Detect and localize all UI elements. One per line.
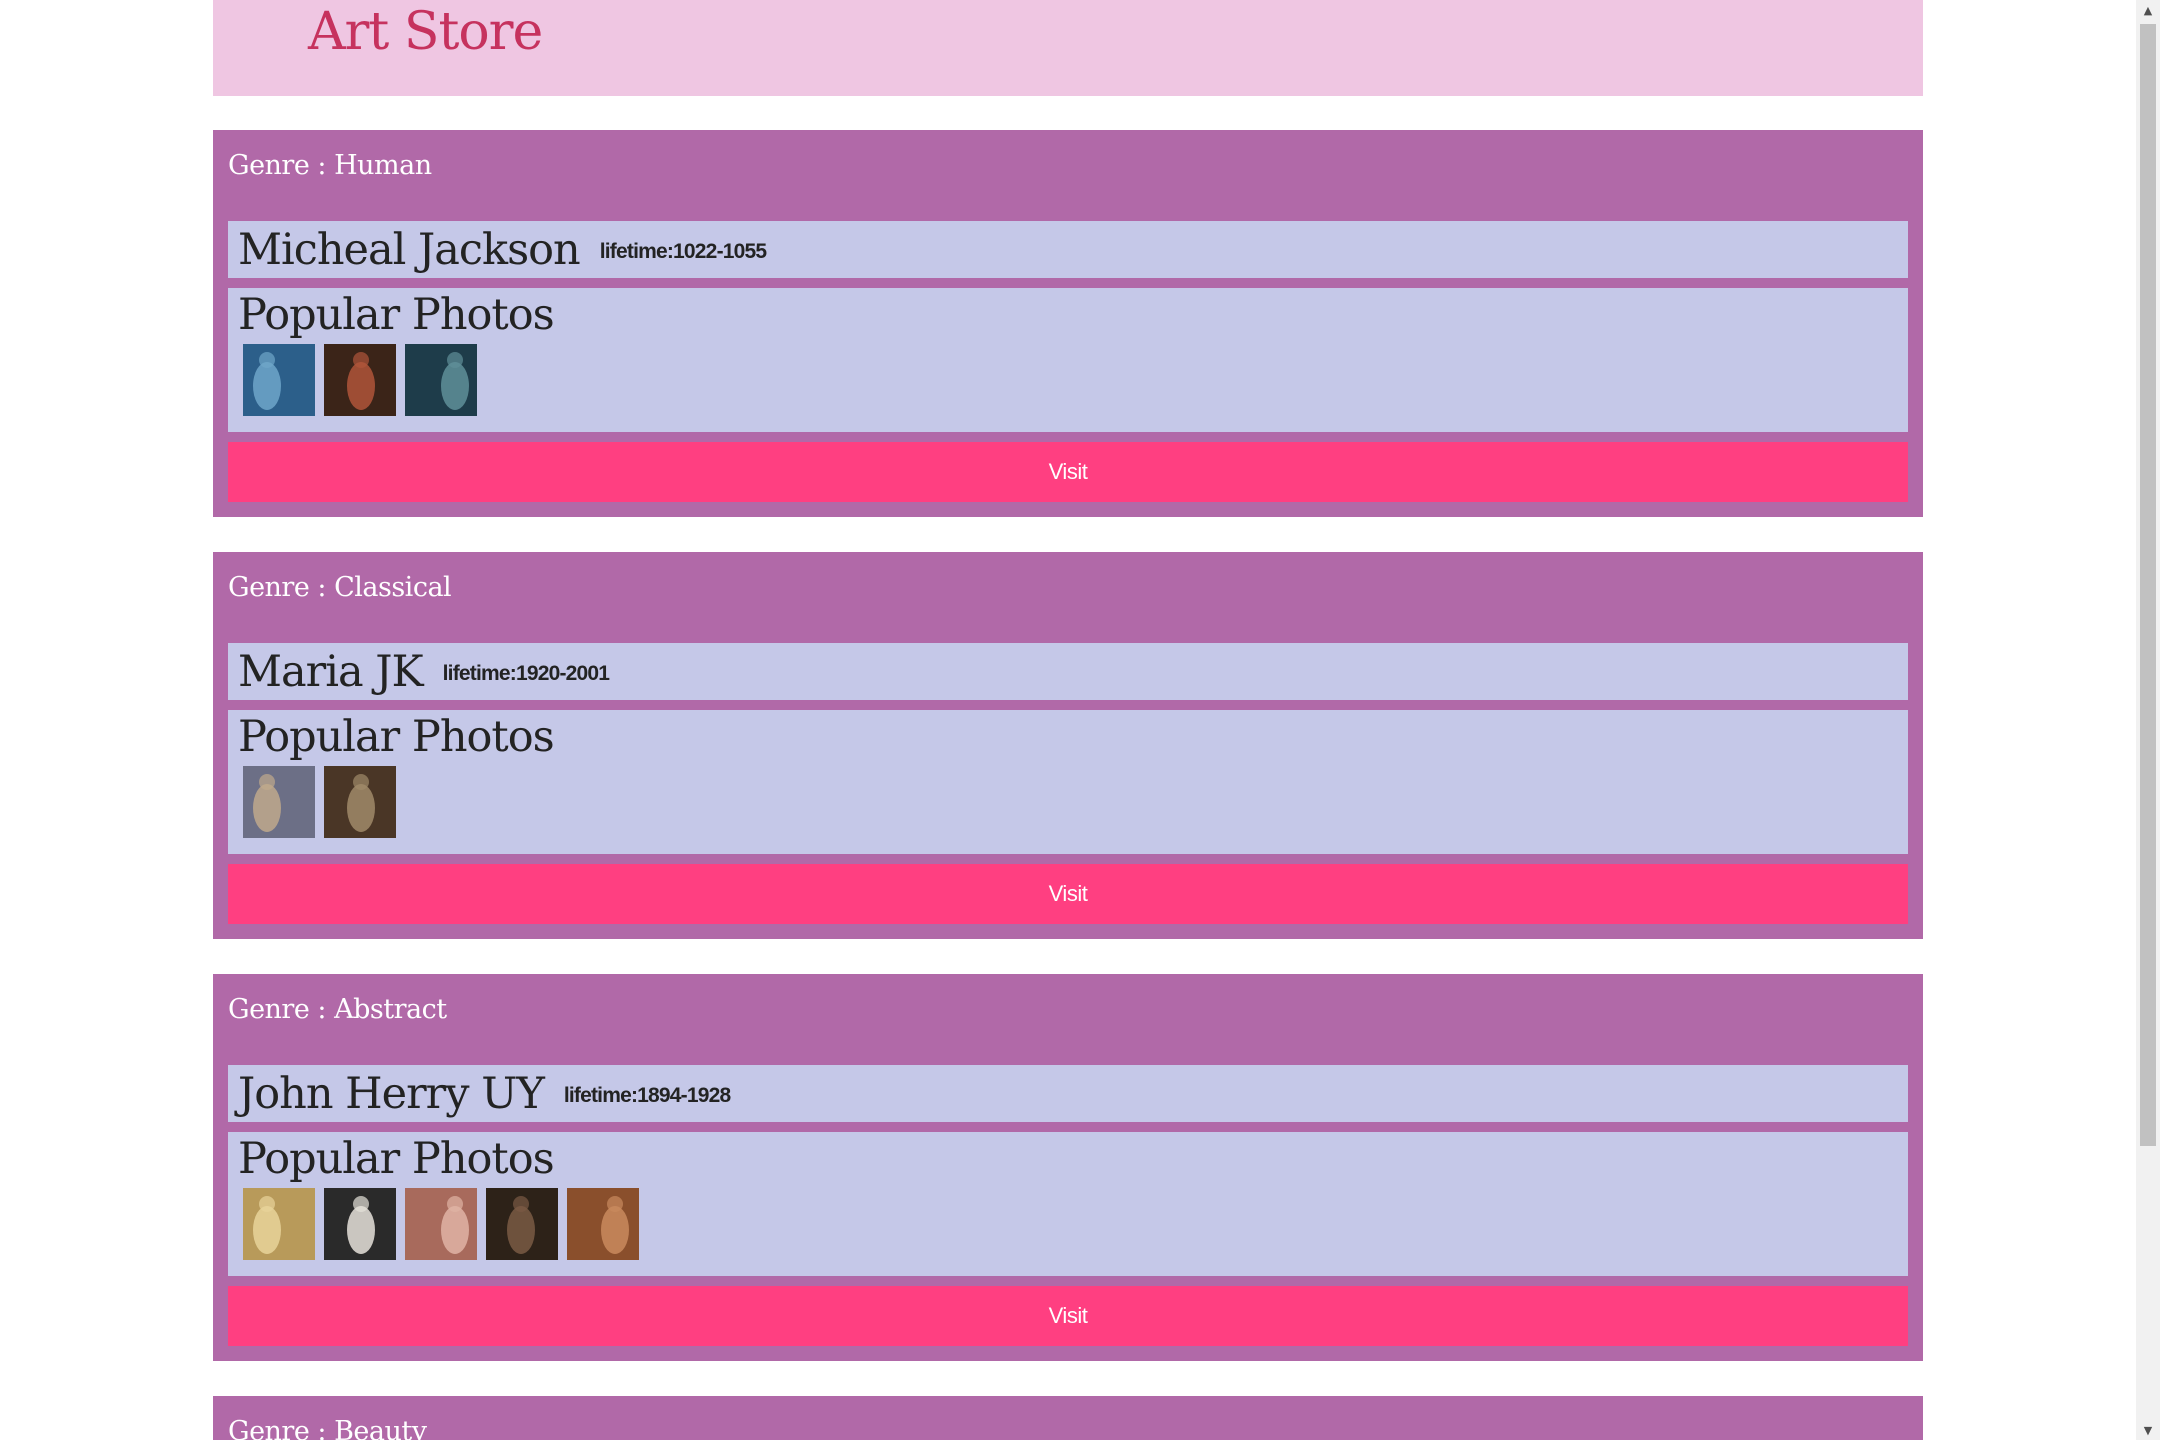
popular-photos-title: Popular Photos [238,712,555,762]
visit-button[interactable]: Visit [228,442,1908,502]
painting-thumbnail[interactable] [324,1188,396,1260]
scrollbar-thumb[interactable] [2140,24,2156,1146]
artist-bar: Maria JK lifetime:1920-2001 [228,643,1908,700]
page-title: Art Store [308,2,543,62]
artist-name: John Herry UY [238,1069,545,1119]
genre-label: Genre : Beauty [228,1416,427,1440]
genre-label: Genre : Abstract [228,994,447,1025]
page: Art Store Genre : Human Micheal Jackson l… [213,0,1923,1440]
painting-thumbnail[interactable] [324,344,396,416]
popular-photos-title: Popular Photos [238,1134,555,1184]
artist-name: Micheal Jackson [238,225,581,275]
scroll-down-arrow-icon[interactable]: ▼ [2136,1420,2160,1440]
genre-label: Genre : Classical [228,572,452,603]
genre-card-abstract: Genre : Abstract John Herry UY lifetime:1… [213,974,1923,1361]
popular-photos-title: Popular Photos [238,290,555,340]
artist-name-row: John Herry UY lifetime:1894-1928 [238,1069,731,1119]
artist-lifetime: lifetime:1920-2001 [442,662,610,685]
genre-card-classical: Genre : Classical Maria JK lifetime:1920-… [213,552,1923,939]
photo-thumbnails [243,1188,639,1260]
artist-name: Maria JK [238,647,424,697]
popular-photos-panel: Popular Photos [228,288,1908,432]
artist-lifetime: lifetime:1022-1055 [599,240,767,263]
artist-lifetime: lifetime:1894-1928 [563,1084,731,1107]
painting-thumbnail[interactable] [243,344,315,416]
photo-thumbnails [243,344,477,416]
painting-thumbnail[interactable] [486,1188,558,1260]
painting-thumbnail[interactable] [567,1188,639,1260]
genre-label: Genre : Human [228,150,432,181]
popular-photos-panel: Popular Photos [228,710,1908,854]
painting-thumbnail[interactable] [243,1188,315,1260]
artist-bar: John Herry UY lifetime:1894-1928 [228,1065,1908,1122]
painting-thumbnail[interactable] [405,344,477,416]
artist-name-row: Micheal Jackson lifetime:1022-1055 [238,225,767,275]
vertical-scrollbar[interactable]: ▲ ▼ [2136,0,2160,1440]
visit-button[interactable]: Visit [228,864,1908,924]
genre-card-beauty: Genre : Beauty [213,1396,1923,1440]
scroll-up-arrow-icon[interactable]: ▲ [2136,0,2160,20]
painting-thumbnail[interactable] [324,766,396,838]
header: Art Store [213,0,1923,96]
popular-photos-panel: Popular Photos [228,1132,1908,1276]
painting-thumbnail[interactable] [243,766,315,838]
artist-name-row: Maria JK lifetime:1920-2001 [238,647,610,697]
artist-bar: Micheal Jackson lifetime:1022-1055 [228,221,1908,278]
painting-thumbnail[interactable] [405,1188,477,1260]
visit-button[interactable]: Visit [228,1286,1908,1346]
photo-thumbnails [243,766,396,838]
genre-card-human: Genre : Human Micheal Jackson lifetime:10… [213,130,1923,517]
